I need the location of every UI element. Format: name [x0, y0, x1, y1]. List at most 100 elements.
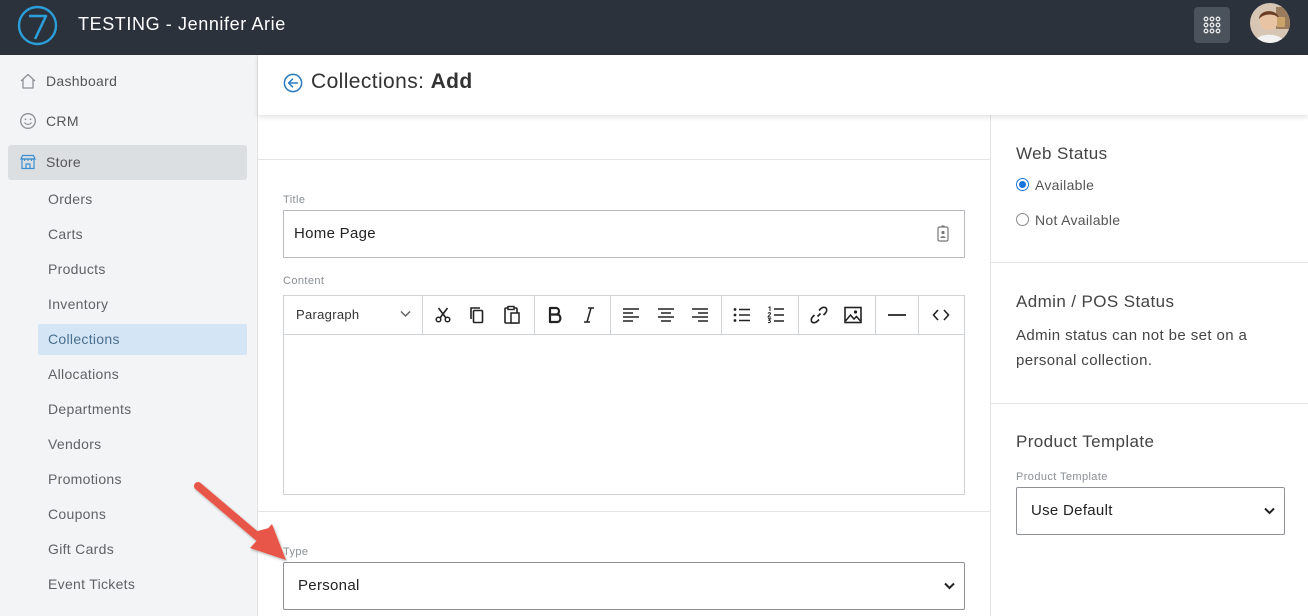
contact-card-icon: [937, 225, 949, 242]
page-header: Collections: Add: [258, 55, 1308, 115]
smiley-icon: [20, 113, 36, 129]
product-template-value: Use Default: [1031, 502, 1113, 519]
sidebar-subitem-products[interactable]: Products: [38, 254, 247, 285]
app-title: TESTING - Jennifer Arie: [78, 14, 286, 34]
page-title-action: Add: [430, 70, 473, 93]
sidebar-subitem-departments[interactable]: Departments: [38, 394, 247, 425]
numbered-list-button[interactable]: [765, 304, 787, 326]
chevron-down-icon: [400, 311, 411, 317]
chevron-down-icon: [944, 582, 955, 590]
radio-label: Available: [1035, 177, 1095, 193]
align-left-button[interactable]: [620, 304, 642, 326]
type-select[interactable]: Personal: [283, 562, 965, 610]
radio-checked-icon[interactable]: [1016, 178, 1029, 191]
copy-button[interactable]: [466, 304, 488, 326]
sidebar-subitem-inventory[interactable]: Inventory: [38, 289, 247, 320]
horizontal-rule-button[interactable]: [886, 304, 908, 326]
sidebar-subitem-label: Promotions: [48, 471, 122, 487]
italic-button[interactable]: [578, 304, 600, 326]
horizontal-rule-icon: [888, 314, 906, 316]
sidebar-item-label: CRM: [46, 113, 79, 129]
toolbar-group-hr: [876, 296, 919, 335]
editor-toolbar: Paragraph: [284, 296, 964, 335]
store-icon: [20, 154, 36, 170]
logo-icon[interactable]: [17, 5, 58, 46]
sidebar-item-label: Dashboard: [46, 73, 118, 89]
sidebar-subitem-label: Gift Cards: [48, 541, 115, 557]
bold-button[interactable]: [544, 304, 566, 326]
toolbar-group-align: [611, 296, 722, 335]
back-arrow-icon[interactable]: [283, 73, 303, 93]
toolbar-group-insert: [799, 296, 876, 335]
avatar-photo: [1250, 3, 1290, 43]
title-input-value: Home Page: [294, 225, 376, 242]
sidebar-subitem-label: Event Tickets: [48, 576, 136, 592]
product-template-label: Product Template: [1016, 471, 1108, 483]
sidebar-subitem-orders[interactable]: Orders: [38, 184, 247, 215]
code-view-button[interactable]: [930, 304, 952, 326]
bullet-list-button[interactable]: [731, 304, 753, 326]
numbered-list-icon: [767, 306, 784, 324]
sidebar-item-dashboard[interactable]: Dashboard: [8, 64, 247, 99]
link-button[interactable]: [808, 304, 830, 326]
sidebar-subitem-label: Coupons: [48, 506, 107, 522]
image-button[interactable]: [842, 304, 864, 326]
section-divider: [258, 159, 991, 160]
grid-icon: [1203, 16, 1221, 34]
sidebar-subitem-label: Inventory: [48, 296, 109, 312]
chevron-down-icon: [1264, 507, 1275, 515]
content-label: Content: [283, 275, 325, 287]
sidebar-item-store[interactable]: Store: [8, 145, 247, 180]
sidebar-subitem-allocations[interactable]: Allocations: [38, 359, 247, 390]
cut-button[interactable]: [432, 304, 454, 326]
top-bar: TESTING - Jennifer Arie: [0, 0, 1308, 55]
sidebar-item-label: Store: [46, 154, 81, 170]
toolbar-group-code: [919, 296, 964, 335]
paste-icon: [504, 305, 520, 324]
web-status-title: Web Status: [1016, 144, 1108, 163]
sidebar-subitem-label: Carts: [48, 226, 83, 242]
code-icon: [932, 309, 950, 321]
title-label: Title: [283, 194, 306, 206]
product-template-title: Product Template: [1016, 432, 1155, 451]
product-template-select[interactable]: Use Default: [1016, 487, 1285, 535]
paste-button[interactable]: [501, 304, 523, 326]
align-left-icon: [623, 308, 639, 322]
admin-status-title: Admin / POS Status: [1016, 292, 1175, 311]
sidebar-subitem-carts[interactable]: Carts: [38, 219, 247, 250]
sidebar-subitem-collections[interactable]: Collections: [38, 324, 247, 355]
sidebar-subitem-label: Vendors: [48, 436, 102, 452]
align-center-icon: [658, 308, 674, 322]
admin-status-note: Admin status can not be set on a persona…: [1016, 327, 1248, 369]
page-title: Collections: Add: [311, 70, 473, 94]
sidebar-subitem-event-tickets[interactable]: Event Tickets: [38, 569, 247, 600]
radio-label: Not Available: [1035, 212, 1121, 228]
right-panel: Web Status Available Not Available Admin…: [991, 115, 1308, 616]
sidebar-subitem-vendors[interactable]: Vendors: [38, 429, 247, 460]
sidebar-subitem-label: Departments: [48, 401, 132, 417]
align-right-button[interactable]: [689, 304, 711, 326]
home-icon: [20, 73, 36, 89]
sidebar-item-crm[interactable]: CRM: [8, 104, 247, 139]
sidebar-subitem-label: Collections: [48, 331, 120, 347]
annotation-arrow-icon: [194, 482, 286, 560]
toolbar-group-lists: [722, 296, 799, 335]
sidebar-subitem-label: Orders: [48, 191, 93, 207]
app-launcher-button[interactable]: [1194, 7, 1230, 43]
section-divider: [258, 511, 991, 512]
type-select-value: Personal: [298, 577, 360, 594]
block-format-select[interactable]: Paragraph: [284, 296, 423, 335]
italic-icon: [584, 307, 594, 323]
rich-text-editor[interactable]: Paragraph: [283, 295, 965, 495]
page-title-prefix: Collections:: [311, 70, 425, 93]
cut-icon: [435, 307, 451, 323]
align-center-button[interactable]: [655, 304, 677, 326]
bold-icon: [548, 306, 562, 324]
user-avatar[interactable]: [1250, 3, 1290, 43]
title-input[interactable]: Home Page: [283, 210, 965, 258]
toolbar-group-format: [535, 296, 611, 335]
radio-unchecked-icon[interactable]: [1016, 213, 1029, 226]
block-format-value: Paragraph: [296, 307, 360, 322]
bullet-list-icon: [733, 308, 750, 322]
sidebar-subitem-label: Products: [48, 261, 106, 277]
